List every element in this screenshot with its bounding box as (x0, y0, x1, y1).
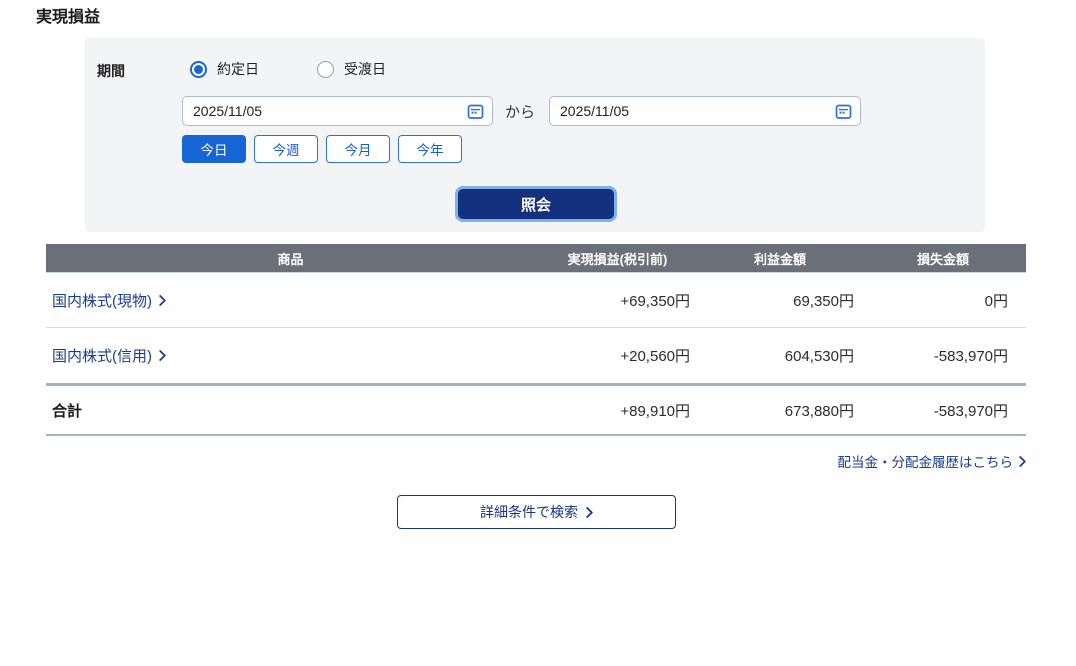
query-button[interactable]: 照会 (455, 186, 617, 222)
dividend-history-link[interactable]: 配当金・分配金履歴はこちら (838, 451, 1027, 471)
date-range-row: 2025/11/05 から 2025/11/05 (182, 96, 861, 126)
profit-value: 604,530円 (700, 345, 860, 366)
date-to-input[interactable]: 2025/11/05 (549, 96, 861, 126)
chevron-right-icon (159, 295, 166, 306)
chevron-right-icon (159, 350, 166, 361)
period-label: 期間 (97, 61, 125, 81)
quick-range-buttons: 今日 今週 今月 今年 (182, 135, 462, 163)
radio-trade-date-label: 約定日 (217, 59, 259, 79)
calendar-icon[interactable] (835, 103, 852, 120)
filter-panel: 期間 約定日 受渡日 2025/11/05 (85, 38, 985, 232)
column-header-product: 商品 (46, 249, 535, 268)
dividend-link-row: 配当金・分配金履歴はこちら (46, 451, 1026, 472)
date-to-value: 2025/11/05 (560, 103, 835, 119)
chevron-right-icon (1019, 456, 1026, 467)
detail-search-label: 詳細条件で検索 (480, 502, 578, 522)
date-from-input[interactable]: 2025/11/05 (182, 96, 493, 126)
this-month-button[interactable]: 今月 (326, 135, 390, 163)
realized-pl-value: +20,560円 (535, 345, 700, 366)
realized-pl-page: 実現損益 期間 約定日 受渡日 2025/11/05 (0, 0, 1076, 666)
total-realized-pl-value: +89,910円 (535, 400, 700, 421)
today-button[interactable]: 今日 (182, 135, 246, 163)
column-header-realized-pl: 実現損益(税引前) (535, 249, 700, 268)
period-radio-group: 約定日 受渡日 (190, 59, 386, 79)
radio-settlement-date[interactable]: 受渡日 (317, 59, 386, 79)
domestic-stock-margin-link[interactable]: 国内株式(信用) (46, 345, 166, 366)
radio-settlement-date-label: 受渡日 (344, 59, 386, 79)
detail-search-button[interactable]: 詳細条件で検索 (397, 495, 676, 529)
chevron-right-icon (586, 507, 593, 518)
table-row: 国内株式(現物) +69,350円 69,350円 0円 (46, 273, 1026, 328)
radio-unselected-icon[interactable] (317, 61, 334, 78)
total-loss-value: -583,970円 (860, 400, 1026, 421)
realized-pl-table: 商品 実現損益(税引前) 利益金額 損失金額 国内株式(現物) +69,350円… (46, 244, 1026, 436)
range-separator-label: から (493, 101, 549, 122)
table-row: 国内株式(信用) +20,560円 604,530円 -583,970円 (46, 328, 1026, 383)
total-profit-value: 673,880円 (700, 400, 860, 421)
this-year-button[interactable]: 今年 (398, 135, 462, 163)
radio-selected-icon[interactable] (190, 61, 207, 78)
product-label: 国内株式(信用) (52, 345, 152, 366)
loss-value: -583,970円 (860, 345, 1026, 366)
profit-value: 69,350円 (700, 290, 860, 311)
column-header-loss: 損失金額 (860, 249, 1026, 268)
total-row: 合計 +89,910円 673,880円 -583,970円 (46, 383, 1026, 436)
radio-trade-date[interactable]: 約定日 (190, 59, 259, 79)
this-week-button[interactable]: 今週 (254, 135, 318, 163)
column-header-profit: 利益金額 (700, 249, 860, 268)
product-label: 国内株式(現物) (52, 290, 152, 311)
loss-value: 0円 (860, 290, 1026, 311)
dividend-history-label: 配当金・分配金履歴はこちら (838, 451, 1014, 471)
realized-pl-value: +69,350円 (535, 290, 700, 311)
calendar-icon[interactable] (467, 103, 484, 120)
table-header-row: 商品 実現損益(税引前) 利益金額 損失金額 (46, 244, 1026, 273)
total-label: 合計 (46, 400, 535, 421)
date-from-value: 2025/11/05 (193, 103, 467, 119)
domestic-stock-cash-link[interactable]: 国内株式(現物) (46, 290, 166, 311)
page-title: 実現損益 (36, 3, 100, 27)
